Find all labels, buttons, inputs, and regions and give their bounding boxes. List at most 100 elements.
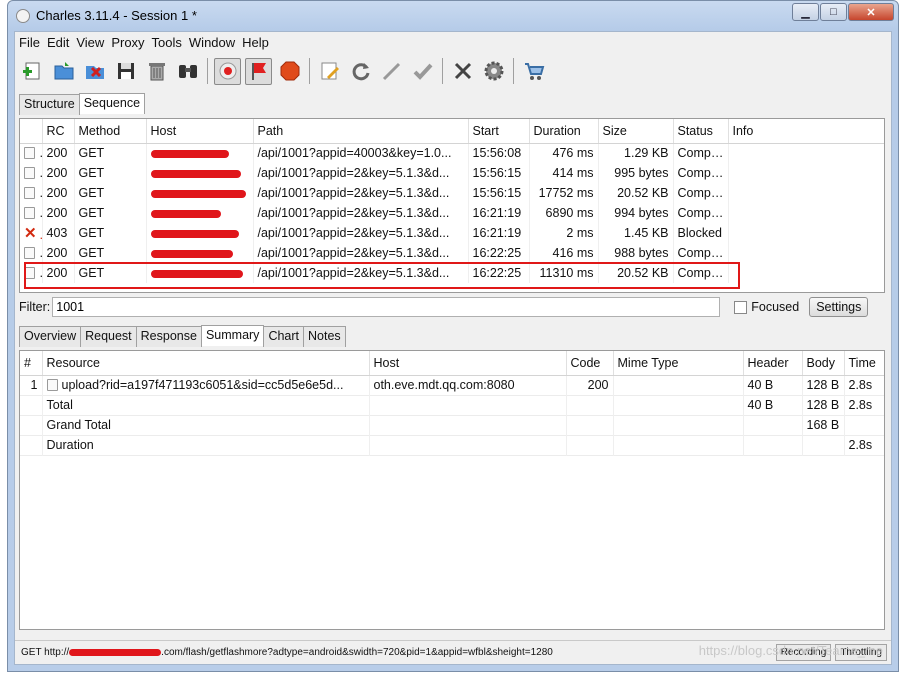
col-time[interactable]: Time (844, 351, 884, 376)
col-num[interactable]: # (20, 351, 43, 376)
settings-button[interactable] (480, 58, 507, 85)
col-code[interactable]: Code (566, 351, 614, 376)
save-button[interactable] (112, 58, 139, 85)
tab-overview[interactable]: Overview (19, 326, 82, 347)
menu-edit[interactable]: Edit (47, 35, 69, 50)
size-cell: 1.45 KB (598, 223, 674, 243)
split-pane-divider[interactable] (15, 319, 891, 325)
col-size[interactable]: Size (598, 119, 674, 144)
sequence-row[interactable]: ✕ 403 GET/api/1001?appid=2&key=5.1.3&d... 1… (20, 223, 884, 243)
path-cell: /api/1001?appid=2&key=5.1.3&d... (253, 223, 469, 243)
minimize-button[interactable]: ▁ (792, 3, 819, 21)
method-cell: GET (74, 183, 147, 203)
menu-help[interactable]: Help (242, 35, 269, 50)
sequence-row[interactable]: 200 GET/api/1001?appid=2&key=5.1.3&d... 16… (20, 263, 884, 283)
col-info[interactable]: Info (728, 119, 884, 144)
info-cell (728, 183, 884, 203)
open-session-button[interactable] (50, 58, 77, 85)
tab-request[interactable]: Request (80, 326, 137, 347)
host-cell (369, 395, 567, 415)
repeat-button[interactable] (347, 58, 374, 85)
sequence-row[interactable]: 200 GET/api/1001?appid=2&key=5.1.3&d... 15… (20, 183, 884, 203)
status-url-prefix: GET http:// (21, 647, 70, 658)
menu-view[interactable]: View (76, 35, 104, 50)
rc-cell: 200 (42, 143, 75, 163)
close-session-button[interactable] (81, 58, 108, 85)
host-cell (146, 163, 254, 183)
col-status[interactable]: Status (673, 119, 729, 144)
tab-notes[interactable]: Notes (303, 326, 346, 347)
col-mime-type[interactable]: Mime Type (613, 351, 744, 376)
start-cell: 16:21:19 (468, 203, 530, 223)
col-duration[interactable]: Duration (529, 119, 599, 144)
menu-proxy[interactable]: Proxy (111, 35, 144, 50)
shopping-cart-icon (524, 63, 544, 80)
tab-chart[interactable]: Chart (263, 326, 305, 347)
find-button[interactable] (174, 58, 201, 85)
col-body[interactable]: Body (802, 351, 845, 376)
stop-button[interactable] (276, 58, 303, 85)
time-cell: 2.8s (844, 435, 884, 455)
shopping-cart-button[interactable] (520, 58, 547, 85)
sequence-row[interactable]: 200 GET/api/1001?appid=2&key=5.1.3&d... 16… (20, 203, 884, 223)
method-cell: GET (74, 163, 147, 183)
close-button[interactable]: ✕ (848, 3, 894, 21)
menu-window[interactable]: Window (189, 35, 235, 50)
col-path[interactable]: Path (253, 119, 469, 144)
blocked-x-icon: ✕ (24, 225, 37, 242)
sequence-row[interactable]: 200 GET/api/1001?appid=2&key=5.1.3&d... 16… (20, 243, 884, 263)
breakpoints-button[interactable] (245, 57, 272, 85)
rc-cell: 403 (42, 223, 75, 243)
body-size-cell: 168 B (802, 415, 845, 435)
method-cell: GET (74, 263, 147, 283)
edit-button[interactable] (378, 58, 405, 85)
summary-row[interactable]: Grand Total 168 B (20, 415, 884, 435)
duration-cell: 2 ms (529, 223, 599, 243)
code-cell (566, 415, 614, 435)
start-cell: 16:21:19 (468, 223, 530, 243)
tab-response[interactable]: Response (135, 326, 202, 347)
rc-cell: 200 (42, 263, 75, 283)
tab-summary[interactable]: Summary (200, 325, 265, 346)
tab-structure[interactable]: Structure (19, 94, 80, 115)
tools-button[interactable] (449, 58, 476, 85)
summary-row[interactable]: Duration 2.8s (20, 435, 884, 455)
filter-input[interactable] (52, 297, 721, 317)
redaction-mark (150, 269, 243, 278)
status-url-suffix: .com/flash/getflashmore?adtype=android&s… (161, 647, 553, 658)
size-cell: 994 bytes (598, 203, 674, 223)
col-method[interactable]: Method (74, 119, 147, 144)
file-icon (24, 167, 35, 179)
new-session-button[interactable] (19, 58, 46, 85)
validate-button[interactable] (409, 58, 436, 85)
toolbar-separator (309, 58, 310, 84)
sequence-row[interactable]: 200 GET/api/1001?appid=2&key=5.1.3&d... 15… (20, 163, 884, 183)
file-icon (24, 267, 35, 279)
mime-cell (613, 375, 744, 395)
summary-row[interactable]: 1 upload?rid=a197f471193c6051&sid=cc5d5e6… (20, 375, 884, 395)
path-cell: /api/1001?appid=2&key=5.1.3&d... (253, 243, 469, 263)
menu-file[interactable]: File (19, 35, 40, 50)
floppy-disk-icon (117, 63, 134, 79)
record-button[interactable] (214, 57, 241, 85)
summary-panel: # Resource Host Code Mime Type Header Bo… (19, 350, 885, 630)
menu-tools[interactable]: Tools (152, 35, 182, 50)
summary-row[interactable]: Total 40 B 128 B 2.8s (20, 395, 884, 415)
col-header[interactable]: Header (743, 351, 803, 376)
col-resource[interactable]: Resource (42, 351, 370, 376)
tab-sequence[interactable]: Sequence (78, 93, 146, 114)
focused-checkbox[interactable] (734, 300, 748, 314)
compose-button[interactable] (316, 58, 343, 85)
col-rc[interactable]: RC (42, 119, 75, 144)
col-host[interactable]: Host (146, 119, 254, 144)
duration-cell: 416 ms (529, 243, 599, 263)
col-start[interactable]: Start (468, 119, 530, 144)
settings-filter-button[interactable]: Settings (809, 297, 869, 317)
toolbar-separator (442, 58, 443, 84)
sequence-row[interactable]: 200 GET/api/1001?appid=40003&key=1.0... 15… (20, 143, 884, 163)
col-summary-host[interactable]: Host (369, 351, 567, 376)
tools-icon (454, 62, 471, 80)
filter-bar: Filter: Focused Settings (19, 295, 885, 319)
maximize-button[interactable]: □ (820, 3, 847, 21)
clear-session-button[interactable] (143, 58, 170, 85)
